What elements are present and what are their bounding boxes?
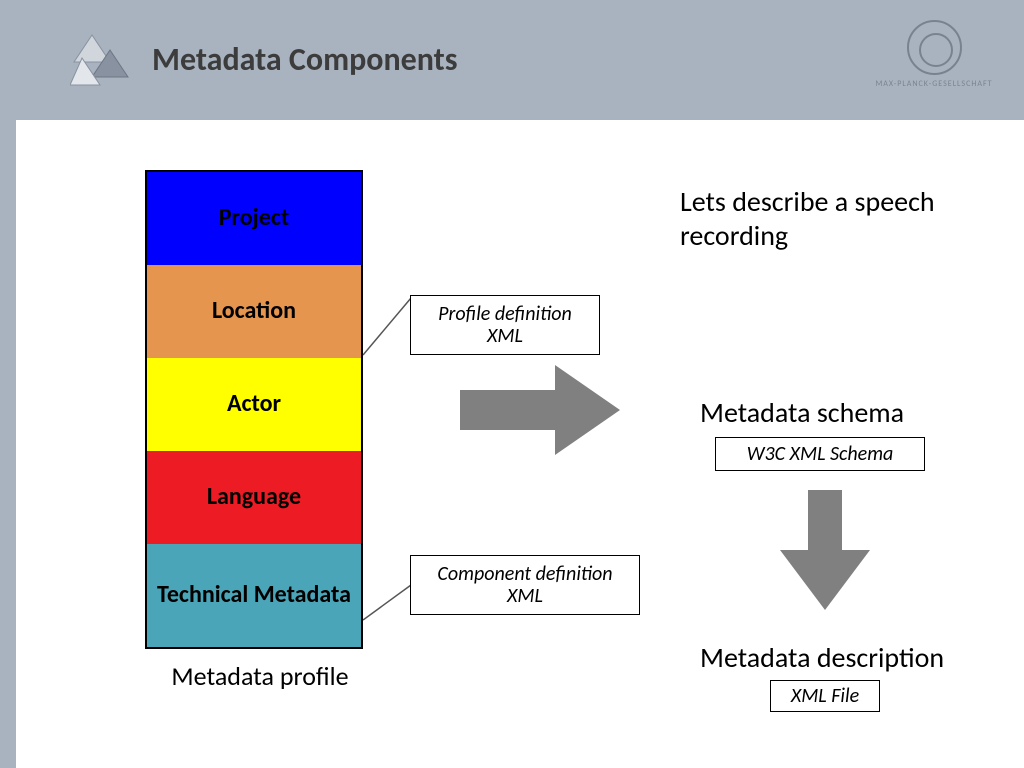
stack-row-project: Project (147, 172, 361, 265)
stack-row-technical: Technical Metadata (147, 544, 361, 647)
triangles-icon (70, 30, 130, 90)
stack-row-language: Language (147, 451, 361, 544)
description-text: Metadata description (700, 640, 944, 675)
arrow-down-icon (780, 490, 870, 610)
xml-file-box: XML File (770, 680, 880, 712)
component-definition-box: Component definition XML (410, 555, 640, 615)
profile-definition-box: Profile definition XML (410, 295, 600, 355)
arrow-right-icon (460, 360, 620, 460)
stack-caption: Metadata profile (145, 660, 375, 692)
org-logo: MAX-PLANCK-GESELLSCHAFT (884, 20, 984, 105)
schema-text: Metadata schema (700, 395, 904, 430)
w3c-schema-box: W3C XML Schema (715, 437, 925, 471)
stack-row-location: Location (147, 265, 361, 358)
side-stripe (0, 0, 16, 768)
stack-row-actor: Actor (147, 358, 361, 451)
org-seal-icon (907, 20, 962, 75)
intro-text: Lets describe a speech recording (680, 185, 1000, 252)
slide-title: Metadata Components (152, 40, 457, 79)
slide: Metadata Components MAX-PLANCK-GESELLSCH… (0, 0, 1024, 768)
org-name: MAX-PLANCK-GESELLSCHAFT (875, 79, 992, 89)
metadata-stack: Project Location Actor Language Technica… (145, 170, 363, 649)
